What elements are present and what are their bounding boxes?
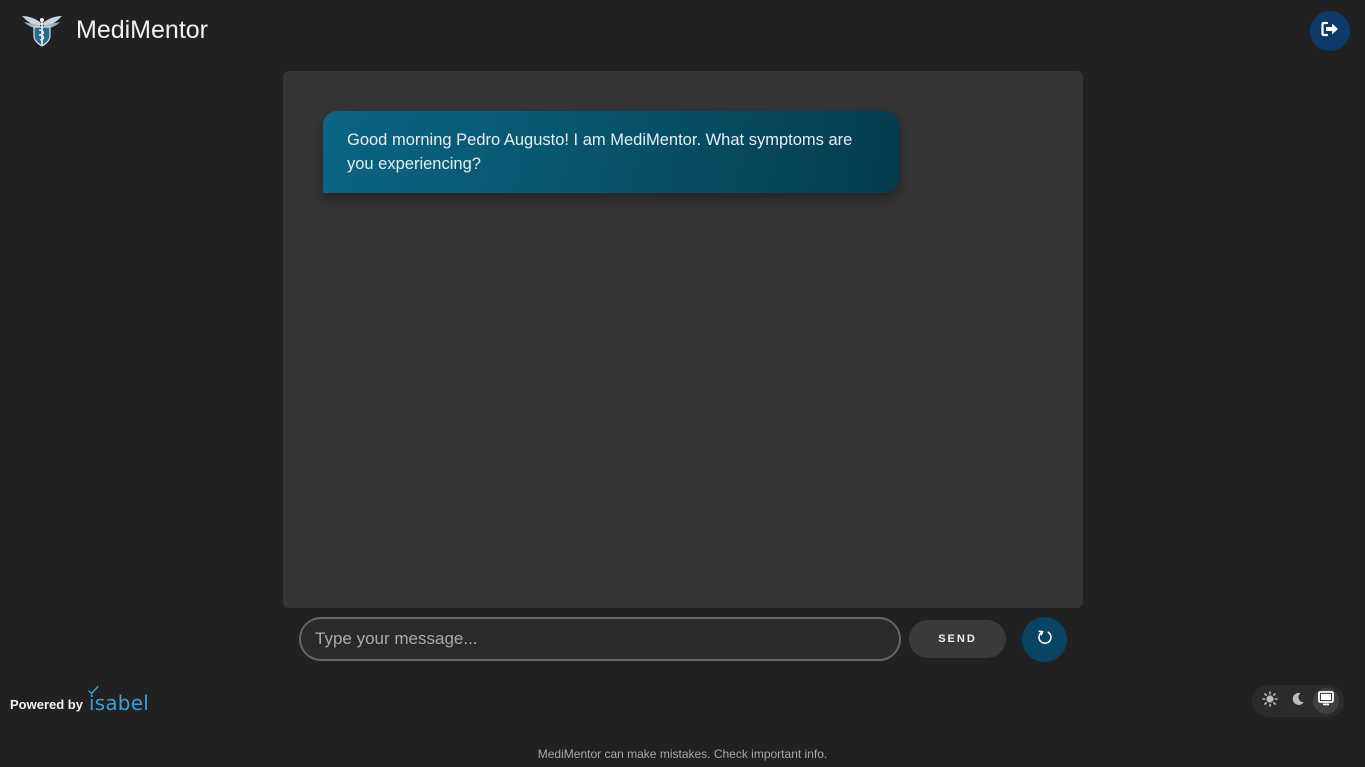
moon-icon	[1291, 692, 1305, 711]
sign-out-icon	[1321, 21, 1339, 42]
refresh-icon	[1036, 628, 1054, 651]
isabel-logo[interactable]: isabel	[88, 685, 149, 715]
powered-by-label: Powered by	[10, 697, 83, 712]
message-input[interactable]	[301, 619, 899, 659]
logout-button[interactable]	[1310, 11, 1350, 51]
disclaimer-text: MediMentor can make mistakes. Check impo…	[537, 747, 828, 761]
app-header: MediMentor	[0, 0, 1365, 62]
powered-by: Powered by isabel	[10, 685, 149, 716]
system-theme-option[interactable]	[1313, 688, 1339, 714]
send-button[interactable]: SEND	[909, 620, 1006, 658]
sun-icon	[1262, 690, 1278, 712]
assistant-message-bubble: Good morning Pedro Augusto! I am MediMen…	[323, 111, 899, 193]
monitor-icon	[1318, 691, 1334, 711]
message-input-container[interactable]	[299, 617, 901, 661]
caduceus-logo-icon	[20, 12, 64, 48]
chat-panel[interactable]: Good morning Pedro Augusto! I am MediMen…	[283, 71, 1083, 608]
reset-chat-button[interactable]	[1022, 617, 1067, 662]
light-theme-option[interactable]	[1257, 688, 1283, 714]
dark-theme-option[interactable]	[1285, 688, 1311, 714]
assistant-message-text: Good morning Pedro Augusto! I am MediMen…	[347, 131, 853, 173]
app-title: MediMentor	[76, 16, 208, 44]
theme-switcher	[1252, 685, 1344, 717]
